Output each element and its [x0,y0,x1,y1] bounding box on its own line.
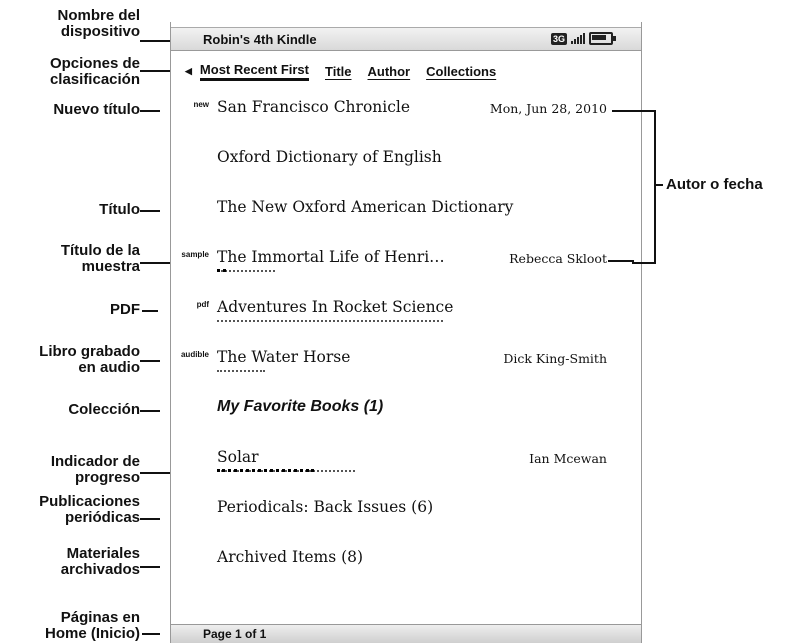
leader-archived [140,566,160,568]
list-item[interactable]: Archived Items (8) [171,548,641,574]
item-title[interactable]: The New Oxford American Dictionary [217,198,513,216]
list-item[interactable]: new San Francisco Chronicle Mon, Jun 28, 2… [171,98,641,124]
item-title[interactable]: Periodicals: Back Issues (6) [217,498,433,516]
item-author-or-date: Mon, Jun 28, 2010 [489,101,607,116]
progress-indicator-read [217,469,314,472]
progress-indicator [217,370,265,372]
callout-audio-book: Libro grabado en audio [39,343,140,376]
list-item[interactable]: audible The Water Horse Dick King-Smith [171,348,641,374]
callout-new-title: Nuevo título [53,101,140,118]
item-title[interactable]: My Favorite Books (1) [217,398,383,416]
leader-periodicals [140,518,160,520]
sort-most-recent-first[interactable]: Most Recent First [199,62,309,81]
callout-sort-options: Opciones de clasificación [49,55,140,88]
callout-archived: Materiales archivados [60,545,140,578]
leader-meta-author [608,260,634,262]
item-type-tag: pdf [196,300,209,309]
leader-audio-book [140,360,160,362]
battery-icon [589,32,616,45]
item-author-or-date: Rebecca Skloot [509,251,607,266]
sort-options-bar: ◀ Most Recent First Title Author Collect… [185,62,512,81]
sort-author[interactable]: Author [368,64,411,79]
leader-collection [140,410,160,412]
footer-bar: Page 1 of 1 [171,624,641,643]
author-date-bracket [632,110,656,264]
item-type-tag: sample [181,250,209,259]
callout-author-or-date: Autor o fecha [666,176,763,193]
sort-collections[interactable]: Collections [426,64,496,79]
signal-bars-icon [571,33,585,44]
callout-device-name: Nombre del dispositivo [57,7,140,40]
progress-indicator-read [217,269,226,272]
kindle-home-screen: Robin's 4th Kindle 3G ◀ Most Recent Firs… [170,22,642,643]
callout-pdf: PDF [110,301,140,318]
progress-indicator [217,320,443,322]
device-name: Robin's 4th Kindle [203,32,317,47]
callout-home-pages: Páginas en Home (Inicio) [44,609,140,642]
list-item[interactable]: The New Oxford American Dictionary [171,198,641,224]
callout-sample-title: Título de la muestra [60,242,140,275]
callout-collection: Colección [68,401,140,418]
list-item[interactable]: Periodicals: Back Issues (6) [171,498,641,524]
callout-periodicals: Publicaciones periódicas [39,493,140,526]
sort-title[interactable]: Title [325,64,352,79]
leader-home-pages [142,633,160,635]
leader-new-title [140,110,160,112]
item-title[interactable]: Oxford Dictionary of English [217,148,442,166]
leader-title [140,210,160,212]
list-item[interactable]: sample The Immortal Life of Henri… Rebecca… [171,248,641,274]
page-indicator: Page 1 of 1 [203,627,267,641]
network-badge: 3G [550,32,567,45]
leader-meta-date [612,110,634,112]
item-author-or-date: Dick King-Smith [503,351,607,366]
item-type-tag: audible [180,350,209,359]
item-title[interactable]: The Immortal Life of Henri… [217,248,445,266]
bracket-tick [654,184,663,186]
callout-title: Título [99,201,140,218]
item-title[interactable]: San Francisco Chronicle [217,98,410,116]
item-title[interactable]: Adventures In Rocket Science [217,298,453,316]
left-triangle-icon[interactable]: ◀ [185,66,192,77]
callout-progress: Indicador de progreso [50,453,140,486]
list-item[interactable]: Solar Ian Mcewan [171,448,641,474]
list-item[interactable]: pdf Adventures In Rocket Science [171,298,641,324]
item-title[interactable]: The Water Horse [217,348,350,366]
leader-pdf [142,310,158,312]
item-title[interactable]: Archived Items (8) [217,548,363,566]
title-bar: Robin's 4th Kindle 3G [171,27,641,51]
item-title[interactable]: Solar [217,448,259,466]
status-area: 3G [550,32,616,45]
leader-sample-title [140,262,170,264]
list-item[interactable]: Oxford Dictionary of English [171,148,641,174]
list-item[interactable]: My Favorite Books (1) [171,398,641,424]
item-type-tag: new [193,100,209,109]
item-author-or-date: Ian Mcewan [529,451,607,466]
